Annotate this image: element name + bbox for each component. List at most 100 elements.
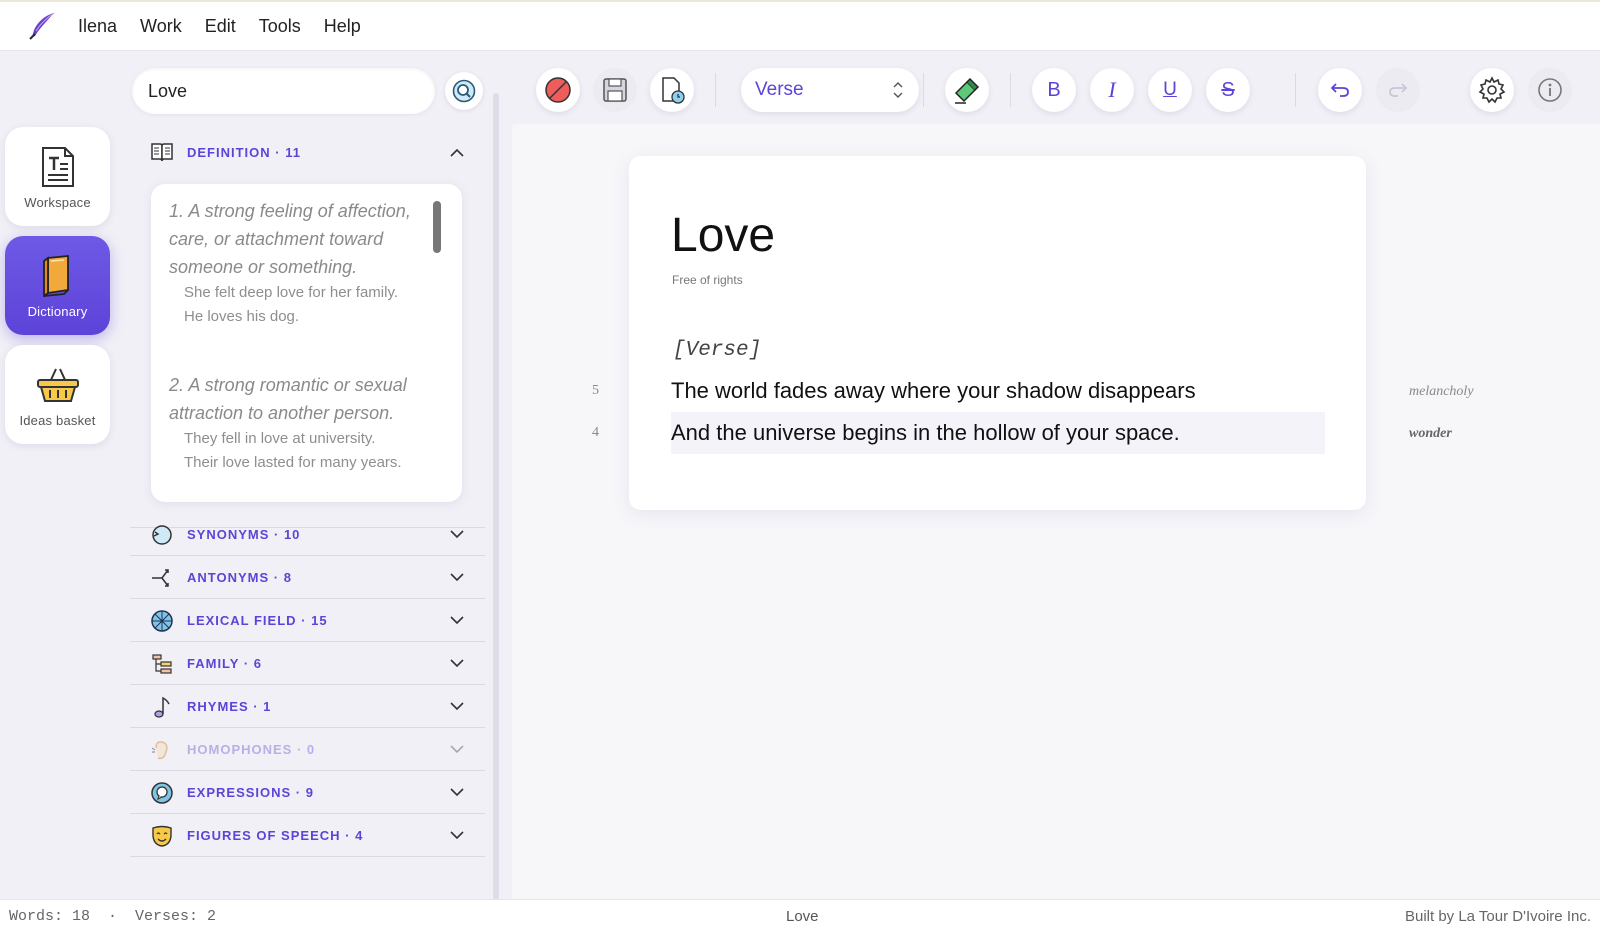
document-title[interactable]: Love xyxy=(671,208,775,263)
italic-button[interactable]: I xyxy=(1090,68,1134,112)
chevron-down-icon[interactable] xyxy=(449,570,465,586)
settings-button[interactable] xyxy=(1470,68,1514,112)
section-synonyms[interactable]: SYNONYMS · 10 xyxy=(130,514,485,556)
section-rhymes-title: RHYMES · 1 xyxy=(187,699,272,714)
menu-bar: Ilena Work Edit Tools Help xyxy=(0,0,1600,51)
section-rhymes[interactable]: RHYMES · 1 xyxy=(130,686,485,728)
menu-help[interactable]: Help xyxy=(324,16,361,37)
line-mood-note: wonder xyxy=(1409,426,1452,441)
music-note-icon xyxy=(150,695,174,719)
verse-line-active[interactable]: And the universe begins in the hollow of… xyxy=(671,412,1325,454)
quill-logo-icon xyxy=(24,8,60,44)
floppy-disk-icon xyxy=(603,78,627,102)
theater-mask-icon xyxy=(150,824,174,848)
chevron-down-icon[interactable] xyxy=(449,742,465,758)
bold-icon: B xyxy=(1047,78,1061,101)
section-homophones-title: HOMOPHONES · 0 xyxy=(187,742,316,757)
verse-line[interactable]: The world fades away where your shadow d… xyxy=(671,370,1325,412)
ear-icon xyxy=(150,738,174,762)
chevron-down-icon[interactable] xyxy=(449,613,465,629)
section-antonyms-title: ANTONYMS · 8 xyxy=(187,570,292,585)
section-expressions[interactable]: EXPRESSIONS · 9 xyxy=(130,772,485,814)
basket-icon xyxy=(36,363,80,407)
search-input[interactable] xyxy=(132,68,435,114)
section-expressions-title: EXPRESSIONS · 9 xyxy=(187,785,314,800)
section-tag[interactable]: [Verse] xyxy=(673,339,761,362)
definition-text: 2. A strong romantic or sexual attractio… xyxy=(169,375,407,423)
chevron-up-icon[interactable] xyxy=(449,144,465,160)
nav-ideas-basket[interactable]: Ideas basket xyxy=(5,345,110,444)
search-button[interactable] xyxy=(445,72,483,110)
gear-icon xyxy=(1478,76,1506,104)
section-figures-of-speech-title: FIGURES OF SPEECH · 4 xyxy=(187,828,364,843)
undo-arrow-icon xyxy=(1330,83,1349,97)
menu-tools[interactable]: Tools xyxy=(259,16,301,37)
definition-card: 1. A strong feeling of affection, care, … xyxy=(151,184,462,502)
search-icon xyxy=(452,79,476,103)
left-nav: Workspace Dictionary Ideas basket xyxy=(0,51,118,899)
definition-entry: 1. A strong feeling of affection, care, … xyxy=(169,197,431,329)
chevron-down-icon[interactable] xyxy=(449,656,465,672)
chevron-down-icon[interactable] xyxy=(449,828,465,844)
bold-button[interactable]: B xyxy=(1032,68,1076,112)
definition-example: Their love lasted for many years. xyxy=(184,454,402,471)
info-icon xyxy=(1538,78,1562,102)
current-document-name: Love xyxy=(786,907,819,925)
chevron-down-icon[interactable] xyxy=(449,527,465,543)
line-mood-note: melancholy xyxy=(1409,384,1474,399)
highlighter-icon xyxy=(954,77,980,104)
definition-example: She felt deep love for her family. xyxy=(184,284,398,301)
nav-dictionary-label: Dictionary xyxy=(27,304,88,319)
fork-arrow-icon xyxy=(150,566,174,590)
status-bar: Words: 18 · Verses: 2 Love Built by La T… xyxy=(0,899,1600,932)
undo-button[interactable] xyxy=(1318,68,1362,112)
definition-scrollbar[interactable] xyxy=(433,201,441,253)
section-synonyms-title: SYNONYMS · 10 xyxy=(187,527,301,542)
menu-edit[interactable]: Edit xyxy=(205,16,236,37)
nav-ideas-basket-label: Ideas basket xyxy=(19,413,96,428)
chevron-down-icon[interactable] xyxy=(449,699,465,715)
nav-workspace-label: Workspace xyxy=(24,195,91,210)
section-figures-of-speech[interactable]: FIGURES OF SPEECH · 4 xyxy=(130,815,485,857)
syllable-count: 4 xyxy=(592,425,599,440)
cycle-icon xyxy=(150,523,174,547)
underline-icon: U xyxy=(1163,79,1177,100)
word-verse-stats: Words: 18 · Verses: 2 xyxy=(9,907,217,925)
section-type-value: Verse xyxy=(755,79,804,100)
document-rights[interactable]: Free of rights xyxy=(672,273,743,287)
syllable-count: 5 xyxy=(592,383,599,398)
history-button[interactable] xyxy=(650,68,694,112)
highlight-button[interactable] xyxy=(945,68,989,112)
dictionary-panel: DEFINITION · 11 1. A strong feeling of a… xyxy=(118,51,510,911)
no-entry-icon xyxy=(545,77,571,103)
editor-toolbar: Verse B I U S xyxy=(512,51,1600,124)
section-definition[interactable]: DEFINITION · 11 xyxy=(130,131,485,173)
redo-button[interactable] xyxy=(1376,68,1420,112)
editor-area: Love Free of rights [Verse] The world fa… xyxy=(512,124,1600,899)
clear-button[interactable] xyxy=(536,68,580,112)
nav-workspace[interactable]: Workspace xyxy=(5,127,110,226)
definition-example: They fell in love at university. xyxy=(184,430,376,447)
nav-dictionary[interactable]: Dictionary xyxy=(5,236,110,335)
info-button[interactable] xyxy=(1528,68,1572,112)
panel-scrollbar[interactable] xyxy=(493,93,499,911)
book-icon xyxy=(150,140,174,164)
credit-text: Built by La Tour D'Ivoire Inc. xyxy=(1404,907,1591,925)
definition-entry: 2. A strong romantic or sexual attractio… xyxy=(169,371,431,475)
strikethrough-button[interactable]: S xyxy=(1206,68,1250,112)
section-family[interactable]: FAMILY · 6 xyxy=(130,643,485,685)
dictionary-book-icon xyxy=(36,254,80,298)
menu-work[interactable]: Work xyxy=(140,16,182,37)
section-lexical-field[interactable]: LEXICAL FIELD · 15 xyxy=(130,600,485,642)
app-menu[interactable]: Ilena xyxy=(78,16,117,37)
document-page[interactable]: Love Free of rights [Verse] The world fa… xyxy=(629,156,1366,510)
section-family-title: FAMILY · 6 xyxy=(187,656,263,671)
save-button[interactable] xyxy=(593,68,637,112)
underline-button[interactable]: U xyxy=(1148,68,1192,112)
section-antonyms[interactable]: ANTONYMS · 8 xyxy=(130,557,485,599)
chevron-down-icon[interactable] xyxy=(449,785,465,801)
document-icon xyxy=(36,145,80,189)
definition-example: He loves his dog. xyxy=(184,308,300,325)
section-homophones[interactable]: HOMOPHONES · 0 xyxy=(130,729,485,771)
section-type-select[interactable]: Verse xyxy=(741,68,919,112)
